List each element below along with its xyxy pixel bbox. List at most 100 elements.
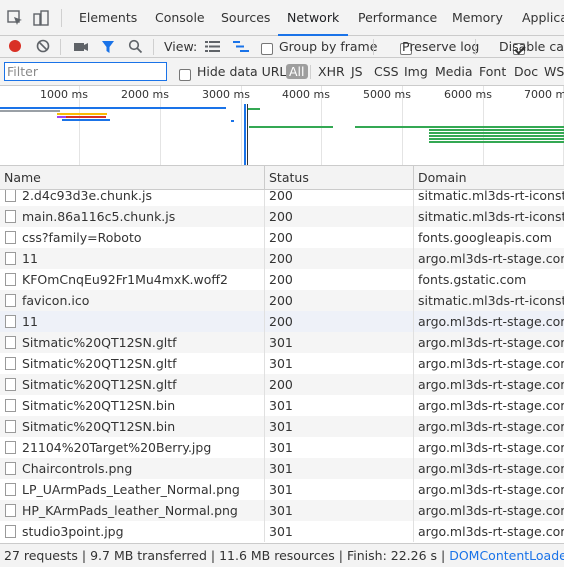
clear-icon[interactable] bbox=[36, 39, 50, 53]
table-row[interactable]: 21104%20Target%20Berry.jpg 301 argo.ml3ds-… bbox=[0, 437, 564, 458]
column-divider bbox=[264, 290, 265, 311]
column-divider bbox=[264, 500, 265, 521]
table-row[interactable]: Sitmatic%20QT12SN.gltf 301 argo.ml3ds-rt-s… bbox=[0, 353, 564, 374]
request-domain: sitmatic.ml3ds-rt-iconst... bbox=[418, 209, 564, 224]
file-icon bbox=[5, 210, 16, 223]
table-row[interactable]: Sitmatic%20QT12SN.bin 301 argo.ml3ds-rt-st… bbox=[0, 395, 564, 416]
table-row[interactable]: studio3point.jpg 301 argo.ml3ds-rt-stage.c… bbox=[0, 521, 564, 542]
column-header-name[interactable]: Name bbox=[0, 166, 264, 190]
hide-data-urls-checkbox[interactable] bbox=[179, 68, 191, 81]
request-table-body[interactable]: 2.d4c93d3e.chunk.js 200 sitmatic.ml3ds-rt-… bbox=[0, 190, 564, 542]
search-icon[interactable] bbox=[128, 39, 143, 54]
request-status: 200 bbox=[269, 293, 293, 308]
finish-time: Finish: 22.26 s bbox=[346, 548, 438, 563]
column-divider bbox=[413, 248, 414, 269]
request-status: 301 bbox=[269, 356, 293, 371]
table-row[interactable]: Sitmatic%20QT12SN.gltf 301 argo.ml3ds-rt-s… bbox=[0, 332, 564, 353]
table-row[interactable]: css?family=Roboto 200 fonts.googleapis.com bbox=[0, 227, 564, 248]
group-by-frame-checkbox[interactable] bbox=[261, 42, 273, 55]
screenshot-icon[interactable] bbox=[73, 40, 89, 53]
request-name: LP_UArmPads_Leather_Normal.png bbox=[22, 482, 240, 497]
record-icon[interactable] bbox=[8, 39, 22, 53]
request-domain: argo.ml3ds-rt-stage.com bbox=[418, 398, 564, 413]
request-name: Sitmatic%20QT12SN.gltf bbox=[22, 335, 177, 350]
table-row[interactable]: LP_UArmPads_Leather_Normal.png 301 argo.ml… bbox=[0, 479, 564, 500]
table-row[interactable]: 11 200 argo.ml3ds-rt-stage.com bbox=[0, 248, 564, 269]
overview-request-bar bbox=[0, 107, 226, 109]
table-row[interactable]: 2.d4c93d3e.chunk.js 200 sitmatic.ml3ds-rt-… bbox=[0, 190, 564, 206]
column-divider bbox=[413, 521, 414, 542]
tab-application[interactable]: Applicat bbox=[522, 0, 564, 36]
type-filter-media[interactable]: Media bbox=[435, 64, 473, 80]
column-header-domain[interactable]: Domain bbox=[414, 166, 564, 190]
table-row[interactable]: Sitmatic%20QT12SN.bin 301 argo.ml3ds-rt-st… bbox=[0, 416, 564, 437]
request-status: 200 bbox=[269, 230, 293, 245]
type-filter-xhr[interactable]: XHR bbox=[318, 64, 345, 80]
column-divider bbox=[264, 437, 265, 458]
type-filter-doc[interactable]: Doc bbox=[514, 64, 538, 80]
list-view-icon[interactable] bbox=[205, 40, 220, 53]
overview-tick-label: 6000 ms bbox=[444, 88, 492, 101]
request-status: 200 bbox=[269, 209, 293, 224]
column-header-status[interactable]: Status bbox=[265, 166, 413, 190]
column-divider bbox=[413, 416, 414, 437]
column-divider bbox=[413, 458, 414, 479]
type-filter-ws[interactable]: WS bbox=[544, 64, 564, 80]
file-icon bbox=[5, 252, 16, 265]
overview-request-bar bbox=[248, 108, 260, 110]
file-icon bbox=[5, 441, 16, 454]
inspect-element-icon[interactable] bbox=[6, 9, 24, 27]
column-divider bbox=[413, 290, 414, 311]
tab-performance[interactable]: Performance bbox=[358, 0, 437, 36]
table-row[interactable]: KFOmCnqEu92Fr1Mu4mxK.woff2 200 fonts.gstat… bbox=[0, 269, 564, 290]
type-filter-font[interactable]: Font bbox=[479, 64, 506, 80]
toolbar-divider bbox=[61, 9, 62, 27]
table-row[interactable]: Chaircontrols.png 301 argo.ml3ds-rt-stage.… bbox=[0, 458, 564, 479]
preserve-log-label: Preserve log bbox=[402, 39, 480, 54]
request-name: 2.d4c93d3e.chunk.js bbox=[22, 190, 152, 203]
request-status: 200 bbox=[269, 251, 293, 266]
overview-tick-label: 5000 ms bbox=[363, 88, 411, 101]
type-filter-all[interactable]: All bbox=[286, 64, 308, 80]
file-icon bbox=[5, 525, 16, 538]
filter-bar: Hide data URLs All XHR JS CSS Img Media … bbox=[0, 58, 564, 86]
tab-elements[interactable]: Elements bbox=[79, 0, 137, 36]
network-toolbar: View: Group by frame Preserve log Disabl… bbox=[0, 36, 564, 58]
tab-sources[interactable]: Sources bbox=[221, 0, 270, 36]
table-row[interactable]: favicon.ico 200 sitmatic.ml3ds-rt-iconst..… bbox=[0, 290, 564, 311]
column-divider bbox=[264, 416, 265, 437]
table-row[interactable]: Sitmatic%20QT12SN.gltf 200 argo.ml3ds-rt-s… bbox=[0, 374, 564, 395]
column-divider bbox=[264, 227, 265, 248]
filter-icon[interactable] bbox=[101, 40, 115, 54]
table-row[interactable]: main.86a116c5.chunk.js 200 sitmatic.ml3ds-… bbox=[0, 206, 564, 227]
file-icon bbox=[5, 273, 16, 286]
request-domain: sitmatic.ml3ds-rt-iconst... bbox=[418, 190, 564, 203]
device-toolbar-icon[interactable] bbox=[32, 9, 50, 27]
tab-memory[interactable]: Memory bbox=[452, 0, 503, 36]
request-domain: fonts.googleapis.com bbox=[418, 230, 552, 245]
column-divider bbox=[264, 479, 265, 500]
toolbar-divider bbox=[310, 65, 311, 79]
filter-input[interactable] bbox=[4, 62, 167, 81]
tab-network[interactable]: Network bbox=[278, 0, 349, 36]
waterfall-view-icon[interactable] bbox=[233, 40, 249, 53]
request-domain: argo.ml3ds-rt-stage.com bbox=[418, 419, 564, 434]
file-icon bbox=[5, 420, 16, 433]
file-icon bbox=[5, 462, 16, 475]
column-divider bbox=[413, 311, 414, 332]
view-label: View: bbox=[164, 39, 198, 54]
tab-console[interactable]: Console bbox=[155, 0, 205, 36]
request-domain: argo.ml3ds-rt-stage.com bbox=[418, 314, 564, 329]
type-filter-css[interactable]: CSS bbox=[374, 64, 399, 80]
disable-cache-label: Disable cach bbox=[499, 39, 564, 54]
overview-tick-label: 4000 ms bbox=[282, 88, 330, 101]
request-domain: argo.ml3ds-rt-stage.com bbox=[418, 356, 564, 371]
table-row[interactable]: 11 200 argo.ml3ds-rt-stage.com bbox=[0, 311, 564, 332]
network-overview[interactable]: 1000 ms 2000 ms 3000 ms 4000 ms 5000 ms … bbox=[0, 86, 564, 166]
table-row[interactable]: HP_KArmPads_leather_Normal.png 301 argo.ml… bbox=[0, 500, 564, 521]
overview-tick-label: 7000 ms bbox=[524, 88, 564, 101]
resources-size: 11.6 MB resources bbox=[219, 548, 335, 563]
type-filter-img[interactable]: Img bbox=[404, 64, 428, 80]
type-filter-js[interactable]: JS bbox=[351, 64, 363, 80]
request-domain: argo.ml3ds-rt-stage.com bbox=[418, 482, 564, 497]
